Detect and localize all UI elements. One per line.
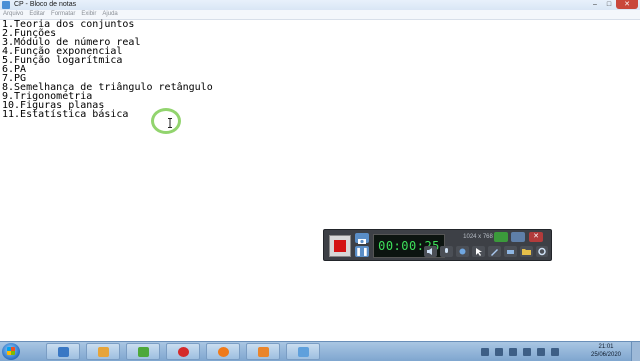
tray-volume-icon[interactable]	[551, 347, 559, 356]
opera-icon	[178, 347, 189, 357]
windows-logo-icon	[7, 347, 15, 355]
camera-icon[interactable]	[355, 233, 369, 244]
screen-recorder-toolbar: ❚❚ 00:00:25 1024 x 768 ✕	[323, 229, 552, 261]
tray-monitor-icon[interactable]	[537, 347, 545, 356]
folder-icon[interactable]	[520, 246, 533, 257]
microphone-icon[interactable]	[440, 246, 453, 257]
menu-formatar[interactable]: Formatar	[48, 10, 78, 19]
eraser-icon[interactable]	[504, 246, 517, 257]
window-title: CP - Bloco de notas	[14, 1, 77, 8]
window-controls: – □ ✕	[588, 0, 638, 9]
start-icon[interactable]	[494, 232, 508, 242]
taskbar-firefox[interactable]	[206, 343, 240, 360]
explorer-icon	[58, 347, 69, 357]
system-tray	[478, 343, 562, 360]
cursor-highlight-ring	[151, 108, 181, 134]
taskbar: 21:01 25/06/2020	[0, 341, 640, 361]
text-cursor-icon	[168, 118, 172, 128]
clock-date: 25/06/2020	[590, 352, 622, 358]
tray-up-arrow-icon[interactable]	[481, 347, 489, 356]
mouse-pointer-icon[interactable]	[472, 246, 485, 257]
pen-icon[interactable]	[488, 246, 501, 257]
notepad-icon	[2, 1, 10, 9]
clock-time: 21:01	[598, 344, 614, 350]
menu-editar[interactable]: Editar	[26, 10, 48, 19]
taskbar-utorrent[interactable]	[126, 343, 160, 360]
taskbar-photos[interactable]	[86, 343, 120, 360]
show-desktop-button[interactable]	[631, 342, 640, 361]
tray-app-icon[interactable]	[523, 347, 531, 356]
maximize-button[interactable]: □	[602, 0, 616, 9]
taskbar-clock[interactable]: 21:01 25/06/2020	[584, 343, 628, 359]
minimize-button[interactable]: –	[588, 0, 602, 9]
taskbar-windows-explorer[interactable]	[46, 343, 80, 360]
webcam-icon[interactable]	[456, 246, 469, 257]
photos-icon	[98, 347, 109, 357]
stop-icon	[334, 240, 346, 252]
media-player-icon	[258, 347, 269, 357]
minimize-recorder-icon[interactable]	[511, 232, 525, 242]
close-recorder-button[interactable]: ✕	[529, 232, 543, 242]
taskbar-media-player[interactable]	[246, 343, 280, 360]
taskbar-opera[interactable]	[166, 343, 200, 360]
taskbar-notepad[interactable]	[286, 343, 320, 360]
menu-exibir[interactable]: Exibir	[78, 10, 99, 19]
close-button[interactable]: ✕	[616, 0, 638, 9]
tray-network-icon[interactable]	[509, 347, 517, 356]
text-line: 11.Estatística básica	[2, 109, 129, 120]
tray-flag-icon[interactable]	[495, 347, 503, 356]
menu-arquivo[interactable]: Arquivo	[0, 10, 26, 19]
settings-gear-icon[interactable]	[536, 246, 548, 257]
utorrent-icon	[138, 347, 149, 357]
notepad-taskbar-icon	[298, 347, 309, 357]
text-editor[interactable]: 1.Teoria dos conjuntos 2.Funções 3.Módul…	[0, 20, 640, 341]
start-button[interactable]	[2, 343, 20, 360]
firefox-icon	[218, 347, 229, 357]
speaker-icon[interactable]	[424, 246, 437, 257]
pause-button[interactable]: ❚❚	[355, 246, 369, 257]
menu-ajuda[interactable]: Ajuda	[99, 10, 120, 19]
stop-record-button[interactable]	[329, 235, 351, 257]
